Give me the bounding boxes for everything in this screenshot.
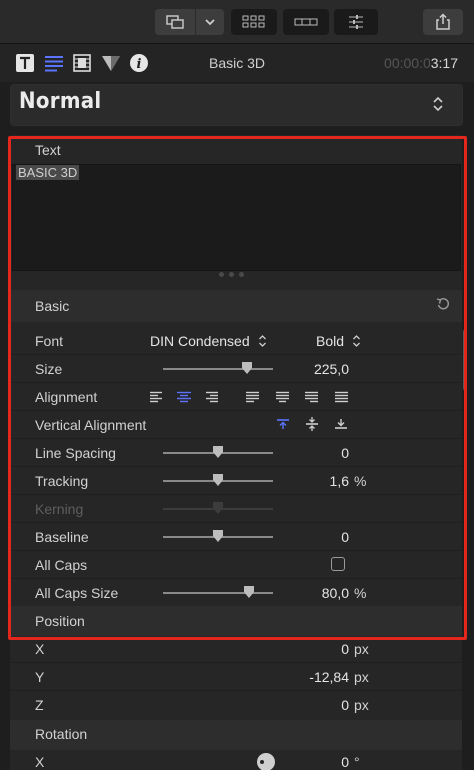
position-x-value[interactable]: 0 xyxy=(341,641,349,657)
kerning-label: Kerning xyxy=(35,501,84,517)
tracking-value[interactable]: 1,6 xyxy=(330,473,349,489)
kerning-slider-thumb xyxy=(213,502,223,514)
rotation-dial-icon[interactable] xyxy=(256,752,276,770)
baseline-label: Baseline xyxy=(35,529,89,545)
position-z-unit: px xyxy=(354,697,369,713)
preset-label: Normal xyxy=(19,89,102,114)
row-separator xyxy=(10,382,462,383)
all-caps-size-slider[interactable] xyxy=(163,592,273,594)
basic-section-heading: Basic xyxy=(35,298,70,314)
line-spacing-label: Line Spacing xyxy=(35,445,116,461)
tracking-label: Tracking xyxy=(35,473,89,489)
resize-handle[interactable] xyxy=(219,272,251,278)
stepper-updown-icon[interactable] xyxy=(432,95,444,113)
position-x-label: X xyxy=(35,641,45,657)
font-style-value: Bold xyxy=(316,333,345,349)
grid-view-icon xyxy=(242,15,265,28)
row-separator xyxy=(10,578,462,579)
layout-icon xyxy=(166,15,184,29)
reset-icon[interactable] xyxy=(436,297,450,311)
justify-center-icon[interactable] xyxy=(276,391,289,403)
timeline-button[interactable] xyxy=(283,9,329,35)
vertical-alignment-label: Vertical Alignment xyxy=(35,417,147,433)
sliders-icon xyxy=(349,15,363,29)
size-value[interactable]: 225,0 xyxy=(314,361,349,377)
valign-bottom-icon[interactable] xyxy=(335,418,347,430)
all-caps-label: All Caps xyxy=(35,557,88,573)
browser-grid-button[interactable] xyxy=(231,9,277,35)
alignment-label: Alignment xyxy=(35,389,98,405)
layout-button[interactable] xyxy=(155,9,195,35)
row-separator xyxy=(10,550,462,551)
row-separator xyxy=(10,354,462,355)
row-separator xyxy=(10,522,462,523)
position-y-value[interactable]: -12,84 xyxy=(309,669,349,685)
rotation-x-label: X xyxy=(35,754,45,770)
baseline-value[interactable]: 0 xyxy=(341,529,349,545)
valign-top-icon[interactable] xyxy=(277,418,289,430)
all-caps-size-unit: % xyxy=(354,585,367,601)
all-caps-size-slider-thumb[interactable] xyxy=(244,586,254,598)
row-separator xyxy=(10,690,462,691)
updown-icon xyxy=(258,335,266,347)
timecode-bright: 3:17 xyxy=(430,55,458,71)
position-z-value[interactable]: 0 xyxy=(341,697,349,713)
row-separator xyxy=(10,662,462,663)
updown-icon xyxy=(353,335,360,347)
justify-right-icon[interactable] xyxy=(305,391,318,403)
justify-full-icon[interactable] xyxy=(335,391,348,403)
timecode-dim: 00:00:0 xyxy=(384,55,431,71)
line-spacing-slider-thumb[interactable] xyxy=(213,446,223,458)
font-family-popup[interactable]: DIN Condensed xyxy=(150,333,267,349)
all-caps-checkbox[interactable] xyxy=(331,557,345,571)
row-separator xyxy=(10,494,462,495)
rotation-section-heading: Rotation xyxy=(35,726,88,742)
size-slider[interactable] xyxy=(163,368,273,370)
position-z-label: Z xyxy=(35,697,44,713)
share-button[interactable] xyxy=(423,9,463,35)
text-entry-field[interactable] xyxy=(12,164,461,271)
text-entry-content[interactable]: BASIC 3D xyxy=(16,165,80,180)
line-spacing-value[interactable]: 0 xyxy=(341,445,349,461)
rotation-x-value[interactable]: 0 xyxy=(341,754,349,770)
baseline-slider-thumb[interactable] xyxy=(213,530,223,542)
layout-menu-button[interactable] xyxy=(196,9,224,35)
position-y-label: Y xyxy=(35,669,45,685)
tracking-slider-thumb[interactable] xyxy=(213,474,223,486)
row-separator xyxy=(10,410,462,411)
font-label: Font xyxy=(35,333,64,349)
row-separator xyxy=(10,438,462,439)
inspector-toggle-button[interactable] xyxy=(334,9,378,35)
font-family-value: DIN Condensed xyxy=(150,333,250,349)
timecode: 00:00:03:17 xyxy=(384,55,458,71)
align-left-icon[interactable] xyxy=(150,391,162,403)
row-separator xyxy=(10,466,462,467)
basic-section-header[interactable] xyxy=(10,290,462,322)
position-y-unit: px xyxy=(354,669,369,685)
all-caps-size-label: All Caps Size xyxy=(35,585,119,601)
scrollbar[interactable] xyxy=(463,330,466,390)
size-slider-thumb[interactable] xyxy=(242,362,252,374)
position-section-heading: Position xyxy=(35,613,85,629)
share-icon xyxy=(436,13,450,30)
align-right-icon[interactable] xyxy=(206,391,218,403)
size-label: Size xyxy=(35,361,63,377)
justify-left-icon[interactable] xyxy=(246,391,259,403)
filmstrip-view-icon xyxy=(294,18,318,26)
chevron-down-icon xyxy=(205,19,215,26)
font-style-popup[interactable]: Bold xyxy=(316,333,361,349)
valign-middle-icon[interactable] xyxy=(306,417,318,431)
align-center-icon[interactable] xyxy=(177,391,191,403)
rotation-x-unit: ° xyxy=(354,754,360,770)
position-x-unit: px xyxy=(354,641,369,657)
text-section-heading: Text xyxy=(35,142,61,158)
all-caps-size-value[interactable]: 80,0 xyxy=(322,585,349,601)
tracking-unit: % xyxy=(354,473,367,489)
